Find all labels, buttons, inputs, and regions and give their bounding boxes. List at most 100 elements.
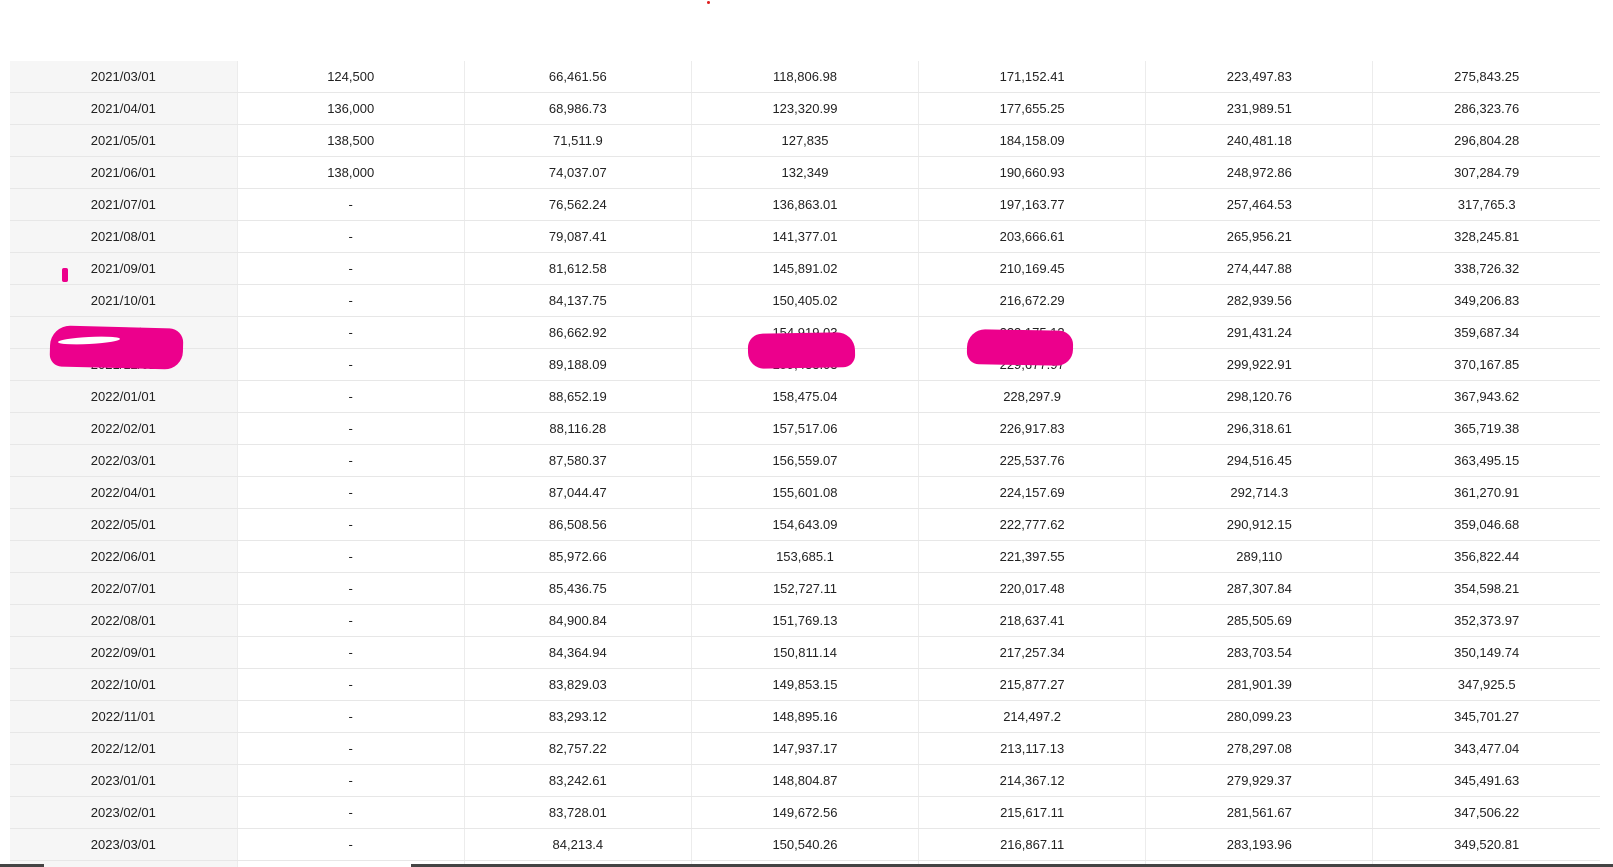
value-cell[interactable]: 216,672.29 <box>918 284 1147 317</box>
value-cell[interactable]: 367,943.62 <box>1372 380 1600 413</box>
value-cell[interactable]: 281,561.67 <box>1145 796 1374 829</box>
data-table-container[interactable]: 2021/03/01 124,500 66,461.56 118,806.98 171,… <box>10 61 1600 867</box>
table-row[interactable]: 2022/11/01-83,293.12 148,895.16 214,497.2 2… <box>10 700 1600 733</box>
table-row[interactable]: 2021/04/01 136,000 68,986.73 123,320.99 177,… <box>10 92 1600 125</box>
table-row[interactable]: 2022/02/01-88,116.28 157,517.06 226,917.83… <box>10 412 1600 445</box>
table-row[interactable]: 2021/05/01 138,500 71,511.9 127,835 184,158.… <box>10 124 1600 157</box>
value-cell[interactable]: 147,937.17 <box>691 732 920 765</box>
value-cell[interactable]: 359,046.68 <box>1372 508 1600 541</box>
date-cell[interactable]: 2022/11/01 <box>10 700 238 733</box>
value-cell[interactable]: 280,099.23 <box>1145 700 1374 733</box>
value-cell[interactable]: 365,719.38 <box>1372 412 1600 445</box>
value-cell[interactable]: - <box>237 412 465 445</box>
value-cell[interactable]: 213,117.13 <box>918 732 1147 765</box>
date-cell[interactable]: 2021/09/01 <box>10 252 238 285</box>
value-cell[interactable]: 81,612.58 <box>464 252 692 285</box>
date-cell[interactable]: 2022/01/01 <box>10 380 238 413</box>
table-row[interactable]: 2022/01/01-88,652.19 158,475.04 228,297.9 2… <box>10 380 1600 413</box>
value-cell[interactable]: 222,777.62 <box>918 508 1147 541</box>
value-cell[interactable]: 66,461.56 <box>464 61 692 93</box>
date-cell[interactable]: 2021/08/01 <box>10 220 238 253</box>
value-cell[interactable]: 228,297.9 <box>918 380 1147 413</box>
value-cell[interactable]: 347,925.5 <box>1372 668 1600 701</box>
date-cell[interactable]: 2021/05/01 <box>10 124 238 157</box>
value-cell[interactable]: 118,806.98 <box>691 61 920 93</box>
value-cell[interactable]: - <box>237 636 465 669</box>
table-row[interactable]: 2021/07/01-76,562.24 136,863.01 197,163.77… <box>10 188 1600 221</box>
value-cell[interactable]: 156,559.07 <box>691 444 920 477</box>
value-cell[interactable]: 328,245.81 <box>1372 220 1600 253</box>
date-cell[interactable]: 2023/02/01 <box>10 796 238 829</box>
value-cell[interactable]: 158,475.04 <box>691 380 920 413</box>
value-cell[interactable]: 155,601.08 <box>691 476 920 509</box>
value-cell[interactable]: 265,956.21 <box>1145 220 1374 253</box>
value-cell[interactable]: 89,188.09 <box>464 348 692 381</box>
table-row[interactable]: 2021/09/01-81,612.58 145,891.02 210,169.45… <box>10 252 1600 285</box>
date-cell[interactable]: 2021/12/01 <box>10 348 238 381</box>
value-cell[interactable]: 148,804.87 <box>691 764 920 797</box>
value-cell[interactable]: 210,169.45 <box>918 252 1147 285</box>
value-cell[interactable]: 292,714.3 <box>1145 476 1374 509</box>
value-cell[interactable]: 157,517.06 <box>691 412 920 445</box>
table-row[interactable]: 2023/01/01-83,242.61 148,804.87 214,367.12… <box>10 764 1600 797</box>
value-cell[interactable]: 84,364.94 <box>464 636 692 669</box>
value-cell[interactable]: - <box>237 380 465 413</box>
value-cell[interactable]: 370,167.85 <box>1372 348 1600 381</box>
value-cell[interactable]: 290,912.15 <box>1145 508 1374 541</box>
table-row[interactable]: 2022/06/01-85,972.66 153,685.1 221,397.55 2… <box>10 540 1600 573</box>
value-cell[interactable]: 85,972.66 <box>464 540 692 573</box>
value-cell[interactable]: - <box>237 732 465 765</box>
value-cell[interactable]: 127,835 <box>691 124 920 157</box>
table-row[interactable]: 2022/12/01-82,757.22 147,937.17 213,117.13… <box>10 732 1600 765</box>
value-cell[interactable]: - <box>237 828 465 861</box>
value-cell[interactable]: 283,193.96 <box>1145 828 1374 861</box>
value-cell[interactable]: 177,655.25 <box>918 92 1147 125</box>
table-row[interactable]: 2021/08/01-79,087.41 141,377.01 203,666.61… <box>10 220 1600 253</box>
value-cell[interactable]: 278,297.08 <box>1145 732 1374 765</box>
value-cell[interactable]: 83,293.12 <box>464 700 692 733</box>
value-cell[interactable]: - <box>237 796 465 829</box>
value-cell[interactable]: 226,917.83 <box>918 412 1147 445</box>
value-cell[interactable]: 85,436.75 <box>464 572 692 605</box>
value-cell[interactable]: 286,323.76 <box>1372 92 1600 125</box>
table-row[interactable]: 2022/09/01-84,364.94 150,811.14 217,257.34… <box>10 636 1600 669</box>
date-cell[interactable]: 2022/10/01 <box>10 668 238 701</box>
table-row[interactable]: 2022/04/01-87,044.47 155,601.08 224,157.69… <box>10 476 1600 509</box>
value-cell[interactable]: 352,373.97 <box>1372 604 1600 637</box>
value-cell[interactable]: 217,257.34 <box>918 636 1147 669</box>
value-cell[interactable]: - <box>237 572 465 605</box>
date-cell[interactable]: 2021/03/01 <box>10 61 238 93</box>
value-cell[interactable]: 349,520.81 <box>1372 828 1600 861</box>
value-cell[interactable]: 149,672.56 <box>691 796 920 829</box>
value-cell[interactable]: 71,511.9 <box>464 124 692 157</box>
value-cell[interactable]: - <box>237 604 465 637</box>
value-cell[interactable]: 83,728.01 <box>464 796 692 829</box>
value-cell[interactable]: - <box>237 220 465 253</box>
value-cell[interactable]: 138,000 <box>237 156 465 189</box>
value-cell[interactable]: 343,477.04 <box>1372 732 1600 765</box>
value-cell[interactable]: 150,540.26 <box>691 828 920 861</box>
value-cell[interactable]: 86,662.92 <box>464 316 692 349</box>
value-cell[interactable]: 257,464.53 <box>1145 188 1374 221</box>
date-cell[interactable]: 2022/08/01 <box>10 604 238 637</box>
value-cell[interactable]: 150,811.14 <box>691 636 920 669</box>
value-cell[interactable]: - <box>237 540 465 573</box>
value-cell[interactable]: 294,516.45 <box>1145 444 1374 477</box>
value-cell[interactable]: - <box>237 284 465 317</box>
value-cell[interactable]: 145,891.02 <box>691 252 920 285</box>
value-cell[interactable]: 88,652.19 <box>464 380 692 413</box>
value-cell[interactable]: 214,367.12 <box>918 764 1147 797</box>
value-cell[interactable]: 87,044.47 <box>464 476 692 509</box>
value-cell[interactable]: - <box>237 764 465 797</box>
value-cell[interactable]: - <box>237 700 465 733</box>
value-cell[interactable]: 76,562.24 <box>464 188 692 221</box>
value-cell[interactable]: 240,481.18 <box>1145 124 1374 157</box>
value-cell[interactable]: 190,660.93 <box>918 156 1147 189</box>
value-cell[interactable]: 154,919.03 <box>691 316 920 349</box>
value-cell[interactable]: 349,206.83 <box>1372 284 1600 317</box>
date-cell[interactable]: 2021/04/01 <box>10 92 238 125</box>
value-cell[interactable]: 216,867.11 <box>918 828 1147 861</box>
date-cell[interactable]: 2022/07/01 <box>10 572 238 605</box>
value-cell[interactable]: 86,508.56 <box>464 508 692 541</box>
value-cell[interactable]: 350,149.74 <box>1372 636 1600 669</box>
